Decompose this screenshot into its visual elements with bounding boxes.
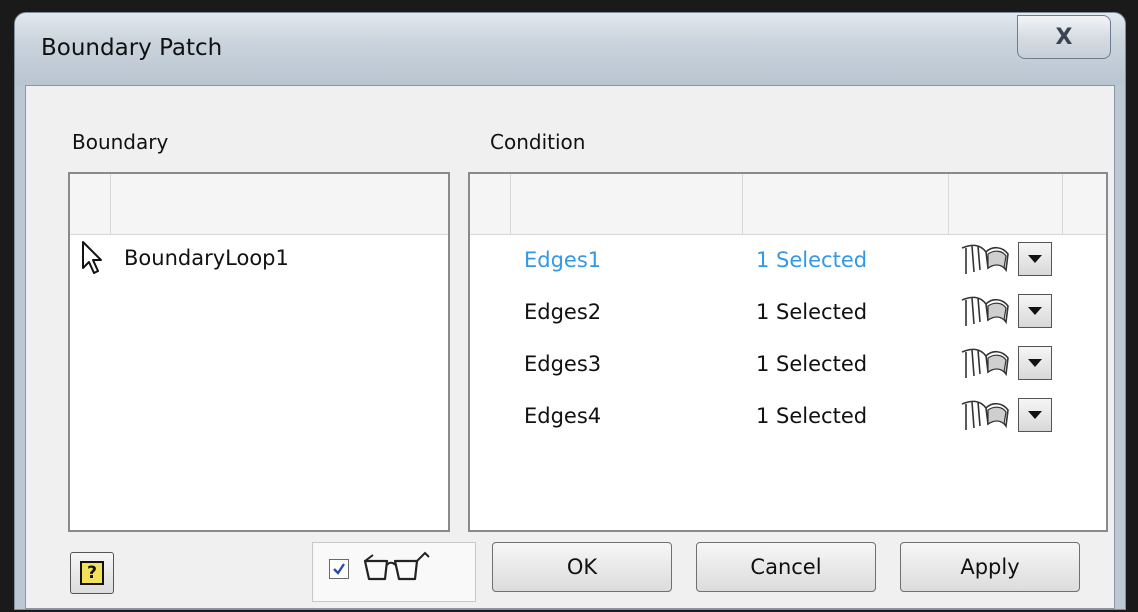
checkmark-icon xyxy=(333,563,345,575)
table-row[interactable]: Edges4 1 Selected xyxy=(470,390,1106,442)
tangent-condition-icon[interactable] xyxy=(958,398,1012,432)
edges-cell: Edges2 xyxy=(524,300,602,324)
edges-cell: Edges1 xyxy=(524,248,602,272)
dialog-title: Boundary Patch xyxy=(41,35,223,61)
selection-status-cell: 1 Selected xyxy=(756,248,868,272)
edges-cell: Edges4 xyxy=(524,404,602,428)
preview-checkbox[interactable] xyxy=(329,559,349,579)
table-row[interactable]: Edges3 1 Selected xyxy=(470,338,1106,390)
condition-dropdown-button[interactable] xyxy=(1018,346,1052,380)
help-icon: ? xyxy=(80,561,104,585)
selection-status-cell: 1 Selected xyxy=(756,404,868,428)
condition-header-col-condition xyxy=(948,174,1063,234)
boundary-item-label: BoundaryLoop1 xyxy=(124,246,289,270)
condition-table-header xyxy=(470,174,1106,235)
boundary-list-header xyxy=(70,174,448,235)
glasses-icon xyxy=(363,551,430,581)
edges-cell: Edges3 xyxy=(524,352,602,376)
selection-status-cell: 1 Selected xyxy=(756,352,868,376)
close-button[interactable]: X xyxy=(1017,15,1111,59)
tangent-condition-icon[interactable] xyxy=(958,346,1012,380)
table-row[interactable]: Edges1 1 Selected xyxy=(470,234,1106,286)
tangent-condition-icon[interactable] xyxy=(958,294,1012,328)
condition-dropdown-button[interactable] xyxy=(1018,398,1052,432)
close-icon: X xyxy=(1055,24,1073,50)
boundary-header-col-name xyxy=(110,174,442,234)
dialog-client-area: Boundary BoundaryLoop1 Condition Edges1 … xyxy=(25,85,1115,609)
condition-table[interactable]: Edges1 1 Selected Edges2 1 Selected Edge… xyxy=(468,172,1108,532)
condition-header-col-1 xyxy=(470,174,511,234)
help-button[interactable]: ? xyxy=(70,552,114,594)
title-bar[interactable]: Boundary Patch X xyxy=(15,13,1125,85)
tangent-condition-icon[interactable] xyxy=(958,242,1012,276)
boundary-label: Boundary xyxy=(72,130,169,154)
arrow-cursor-icon xyxy=(82,241,102,274)
preview-toggle[interactable] xyxy=(312,542,476,602)
boundary-list[interactable]: BoundaryLoop1 xyxy=(68,172,450,532)
boundary-patch-dialog: Boundary Patch X Boundary BoundaryLoop1 … xyxy=(14,12,1126,610)
condition-dropdown-button[interactable] xyxy=(1018,242,1052,276)
condition-label: Condition xyxy=(490,130,586,154)
table-row[interactable]: Edges2 1 Selected xyxy=(470,286,1106,338)
cancel-button[interactable]: Cancel xyxy=(696,542,876,592)
ok-button[interactable]: OK xyxy=(492,542,672,592)
condition-dropdown-button[interactable] xyxy=(1018,294,1052,328)
condition-header-col-status xyxy=(742,174,949,234)
selection-status-cell: 1 Selected xyxy=(756,300,868,324)
list-item[interactable]: BoundaryLoop1 xyxy=(70,234,448,286)
boundary-header-col-icon xyxy=(70,174,111,234)
apply-button[interactable]: Apply xyxy=(900,542,1080,592)
condition-header-col-edges xyxy=(510,174,743,234)
